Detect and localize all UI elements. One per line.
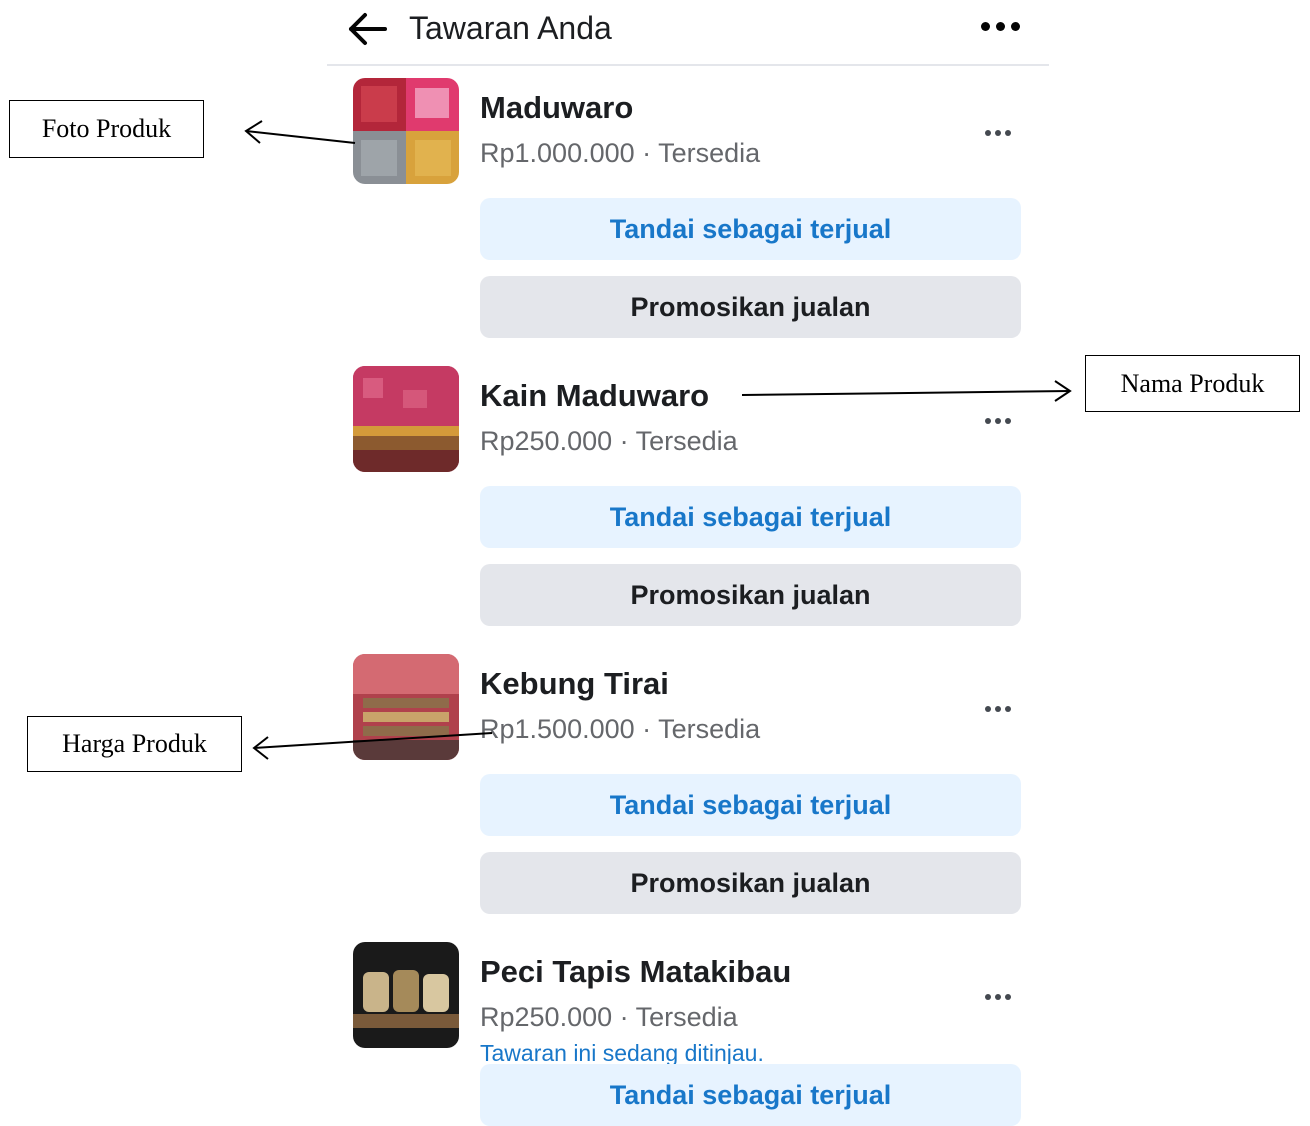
listing-item: Kebung Tirai Rp1.500.000 · Tersedia Tand… [327,654,1049,924]
product-name[interactable]: Kebung Tirai [480,664,669,704]
page-header: Tawaran Anda [327,0,1049,66]
arrow-left-icon[interactable] [347,12,387,46]
page-title: Tawaran Anda [409,10,612,46]
mark-as-sold-button[interactable]: Tandai sebagai terjual [480,774,1021,836]
product-photo[interactable] [353,654,459,760]
product-name[interactable]: Peci Tapis Matakibau [480,952,791,992]
listing-item: Maduwaro Rp1.000.000 · Tersedia Tandai s… [327,78,1049,348]
more-horizontal-icon[interactable] [985,992,1015,1002]
more-horizontal-icon[interactable] [985,704,1015,714]
promote-listing-button[interactable]: Promosikan jualan [480,852,1021,914]
product-price-status: Rp250.000 · Tersedia [480,1002,738,1032]
mark-as-sold-button[interactable]: Tandai sebagai terjual [480,198,1021,260]
product-photo[interactable] [353,78,459,184]
listing-item: Peci Tapis Matakibau Rp250.000 · Tersedi… [327,942,1049,1126]
mark-as-sold-button[interactable]: Tandai sebagai terjual [480,1064,1021,1126]
annotation-foto-produk: Foto Produk [9,100,204,158]
product-photo[interactable] [353,942,459,1048]
product-price-status: Rp1.000.000 · Tersedia [480,138,761,168]
annotation-harga-produk: Harga Produk [27,716,242,772]
listing-item: Kain Maduwaro Rp250.000 · Tersedia Tanda… [327,366,1049,636]
more-horizontal-icon[interactable] [985,416,1015,426]
annotation-nama-produk: Nama Produk [1085,355,1300,412]
product-price-status: Rp1.500.000 · Tersedia [480,714,761,744]
promote-listing-button[interactable]: Promosikan jualan [480,276,1021,338]
product-name[interactable]: Kain Maduwaro [480,376,709,416]
more-horizontal-icon[interactable] [985,128,1015,138]
product-photo[interactable] [353,366,459,472]
product-name[interactable]: Maduwaro [480,88,633,128]
more-horizontal-icon[interactable] [981,20,1021,34]
product-price-status: Rp250.000 · Tersedia [480,426,738,456]
promote-listing-button[interactable]: Promosikan jualan [480,564,1021,626]
mark-as-sold-button[interactable]: Tandai sebagai terjual [480,486,1021,548]
